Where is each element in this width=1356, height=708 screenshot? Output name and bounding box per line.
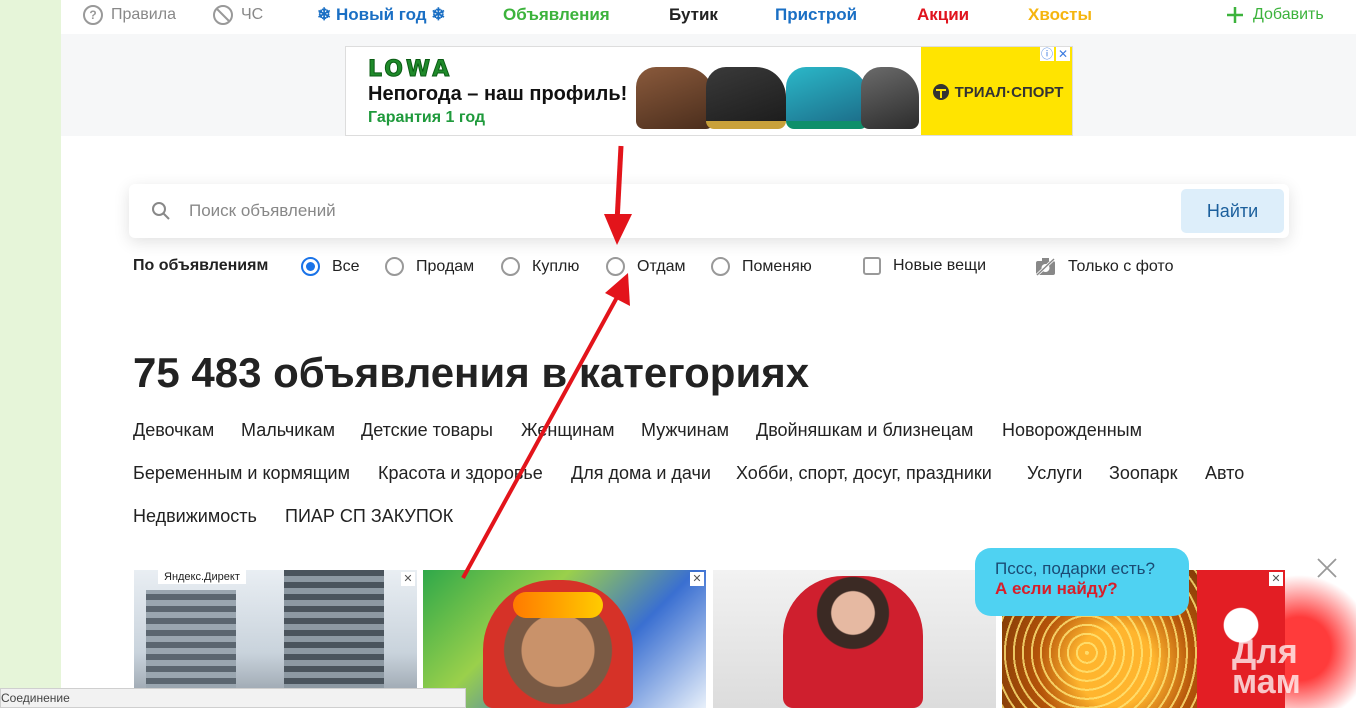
top-nav: ? Правила ЧС ❄ Новый год ❄ Объявления Бу… <box>61 0 1356 34</box>
filter-exchange[interactable]: Поменяю <box>711 257 812 276</box>
yandex-direct-label: Яндекс.Директ <box>158 570 246 584</box>
watermark-logo: Для мам <box>1232 633 1301 701</box>
filters-label: По объявлениям <box>133 257 269 274</box>
lowa-banner[interactable]: LOWA Непогода – наш профиль! Гарантия 1 … <box>345 46 1073 136</box>
ad-tile-jacket[interactable] <box>713 570 996 708</box>
chat-bubble[interactable]: Пссс, подарки есть? А если найду? <box>975 548 1189 616</box>
radio-icon <box>385 257 404 276</box>
bubble-line2: А если найду? <box>995 579 1118 598</box>
category-link[interactable]: Беременным и кормящим <box>133 463 350 484</box>
radio-icon <box>711 257 730 276</box>
nav-add-label: Добавить <box>1253 6 1324 23</box>
search-icon <box>152 202 170 220</box>
filter-sell[interactable]: Продам <box>385 257 474 276</box>
category-link[interactable]: Девочкам <box>133 420 214 441</box>
close-icon[interactable]: ✕ <box>690 572 704 586</box>
category-link[interactable]: Красота и здоровье <box>378 463 543 484</box>
filter-buy-label: Куплю <box>532 257 580 275</box>
nav-rules-label: Правила <box>111 6 176 23</box>
filter-buy[interactable]: Куплю <box>501 257 579 276</box>
nav-ads-label: Объявления <box>503 5 610 24</box>
filter-photo-only-label: Только с фото <box>1068 257 1174 275</box>
filter-give-label: Отдам <box>637 257 686 275</box>
ad-info-icon[interactable]: ⓘ <box>1040 47 1054 61</box>
nav-newyear[interactable]: ❄ Новый год ❄ <box>317 5 446 25</box>
category-link[interactable]: Мальчикам <box>241 420 335 441</box>
filter-new-items[interactable]: Новые вещи <box>863 257 986 275</box>
filter-exchange-label: Поменяю <box>742 257 812 275</box>
close-icon[interactable]: ✕ <box>401 572 415 586</box>
trialsport-label: ТРИАЛ·СПОРТ <box>954 83 1064 101</box>
search-input[interactable] <box>189 184 1189 238</box>
category-link[interactable]: Детские товары <box>361 420 493 441</box>
category-link[interactable]: Двойняшкам и близнецам <box>756 420 973 441</box>
nav-sales-label: Акции <box>917 5 970 24</box>
boot-image <box>786 67 868 129</box>
nav-ads[interactable]: Объявления <box>503 5 610 25</box>
nav-pristroy[interactable]: Пристрой <box>775 5 857 25</box>
checkbox-icon <box>863 257 881 275</box>
category-link[interactable]: Услуги <box>1027 463 1082 484</box>
nav-blacklist[interactable]: ЧС <box>213 5 263 25</box>
category-link[interactable]: Для дома и дачи <box>571 463 711 484</box>
ad-close-icon[interactable]: ✕ <box>1056 47 1070 61</box>
arrow-head <box>605 273 630 306</box>
category-link[interactable]: Женщинам <box>521 420 615 441</box>
category-link[interactable]: Хобби, спорт, досуг, праздники <box>736 463 992 484</box>
nav-add[interactable]: Добавить <box>1225 5 1324 25</box>
no-photo-icon <box>1035 257 1056 276</box>
nav-boutique[interactable]: Бутик <box>669 5 718 25</box>
radio-icon <box>301 257 320 276</box>
filter-new-items-label: Новые вещи <box>893 257 987 274</box>
radio-icon <box>606 257 625 276</box>
close-icon[interactable]: ✕ <box>1269 572 1283 586</box>
category-link[interactable]: Авто <box>1205 463 1244 484</box>
boot-image <box>636 67 714 129</box>
nav-rules[interactable]: ? Правила <box>83 5 176 25</box>
boot-image <box>861 67 919 129</box>
bubble-line1: Пссс, подарки есть? <box>995 559 1155 578</box>
filter-sell-label: Продам <box>416 257 475 275</box>
trialsport-icon <box>932 84 949 100</box>
nav-pristroy-label: Пристрой <box>775 5 858 24</box>
filter-photo-only[interactable]: Только с фото <box>1035 257 1173 276</box>
nav-blacklist-label: ЧС <box>241 6 264 23</box>
page-title: 75 483 объявления в категориях <box>133 349 810 396</box>
radio-icon <box>501 257 520 276</box>
category-link[interactable]: Новорожденным <box>1002 420 1142 441</box>
category-link[interactable]: Мужчинам <box>641 420 729 441</box>
plus-icon <box>1227 7 1243 23</box>
nav-newyear-label: ❄ Новый год ❄ <box>317 5 446 24</box>
nav-boutique-label: Бутик <box>669 5 718 24</box>
blocked-icon <box>213 5 233 25</box>
nav-tails[interactable]: Хвосты <box>1028 5 1092 25</box>
left-side-strip <box>0 0 61 708</box>
filter-all-label: Все <box>332 257 360 275</box>
search-bar: Найти <box>129 184 1289 238</box>
close-icon[interactable] <box>1316 557 1338 579</box>
banner-subline: Гарантия 1 год <box>368 109 486 126</box>
category-link[interactable]: Зоопарк <box>1109 463 1178 484</box>
find-button[interactable]: Найти <box>1181 189 1284 233</box>
banner-headline: Непогода – наш профиль! <box>368 83 628 105</box>
goggles-image <box>513 592 603 618</box>
filter-all[interactable]: Все <box>301 257 360 276</box>
filter-give[interactable]: Отдам <box>606 257 685 276</box>
boot-image <box>706 67 786 129</box>
browser-status-bar: Соединение <box>0 688 466 708</box>
lowa-logo: LOWA <box>367 57 453 83</box>
question-icon: ? <box>83 5 103 25</box>
woman-jacket-image <box>783 576 923 708</box>
nav-sales[interactable]: Акции <box>917 5 969 25</box>
nav-tails-label: Хвосты <box>1028 5 1093 24</box>
category-link[interactable]: Недвижимость <box>133 506 257 527</box>
category-link[interactable]: ПИАР СП ЗАКУПОК <box>285 506 453 527</box>
